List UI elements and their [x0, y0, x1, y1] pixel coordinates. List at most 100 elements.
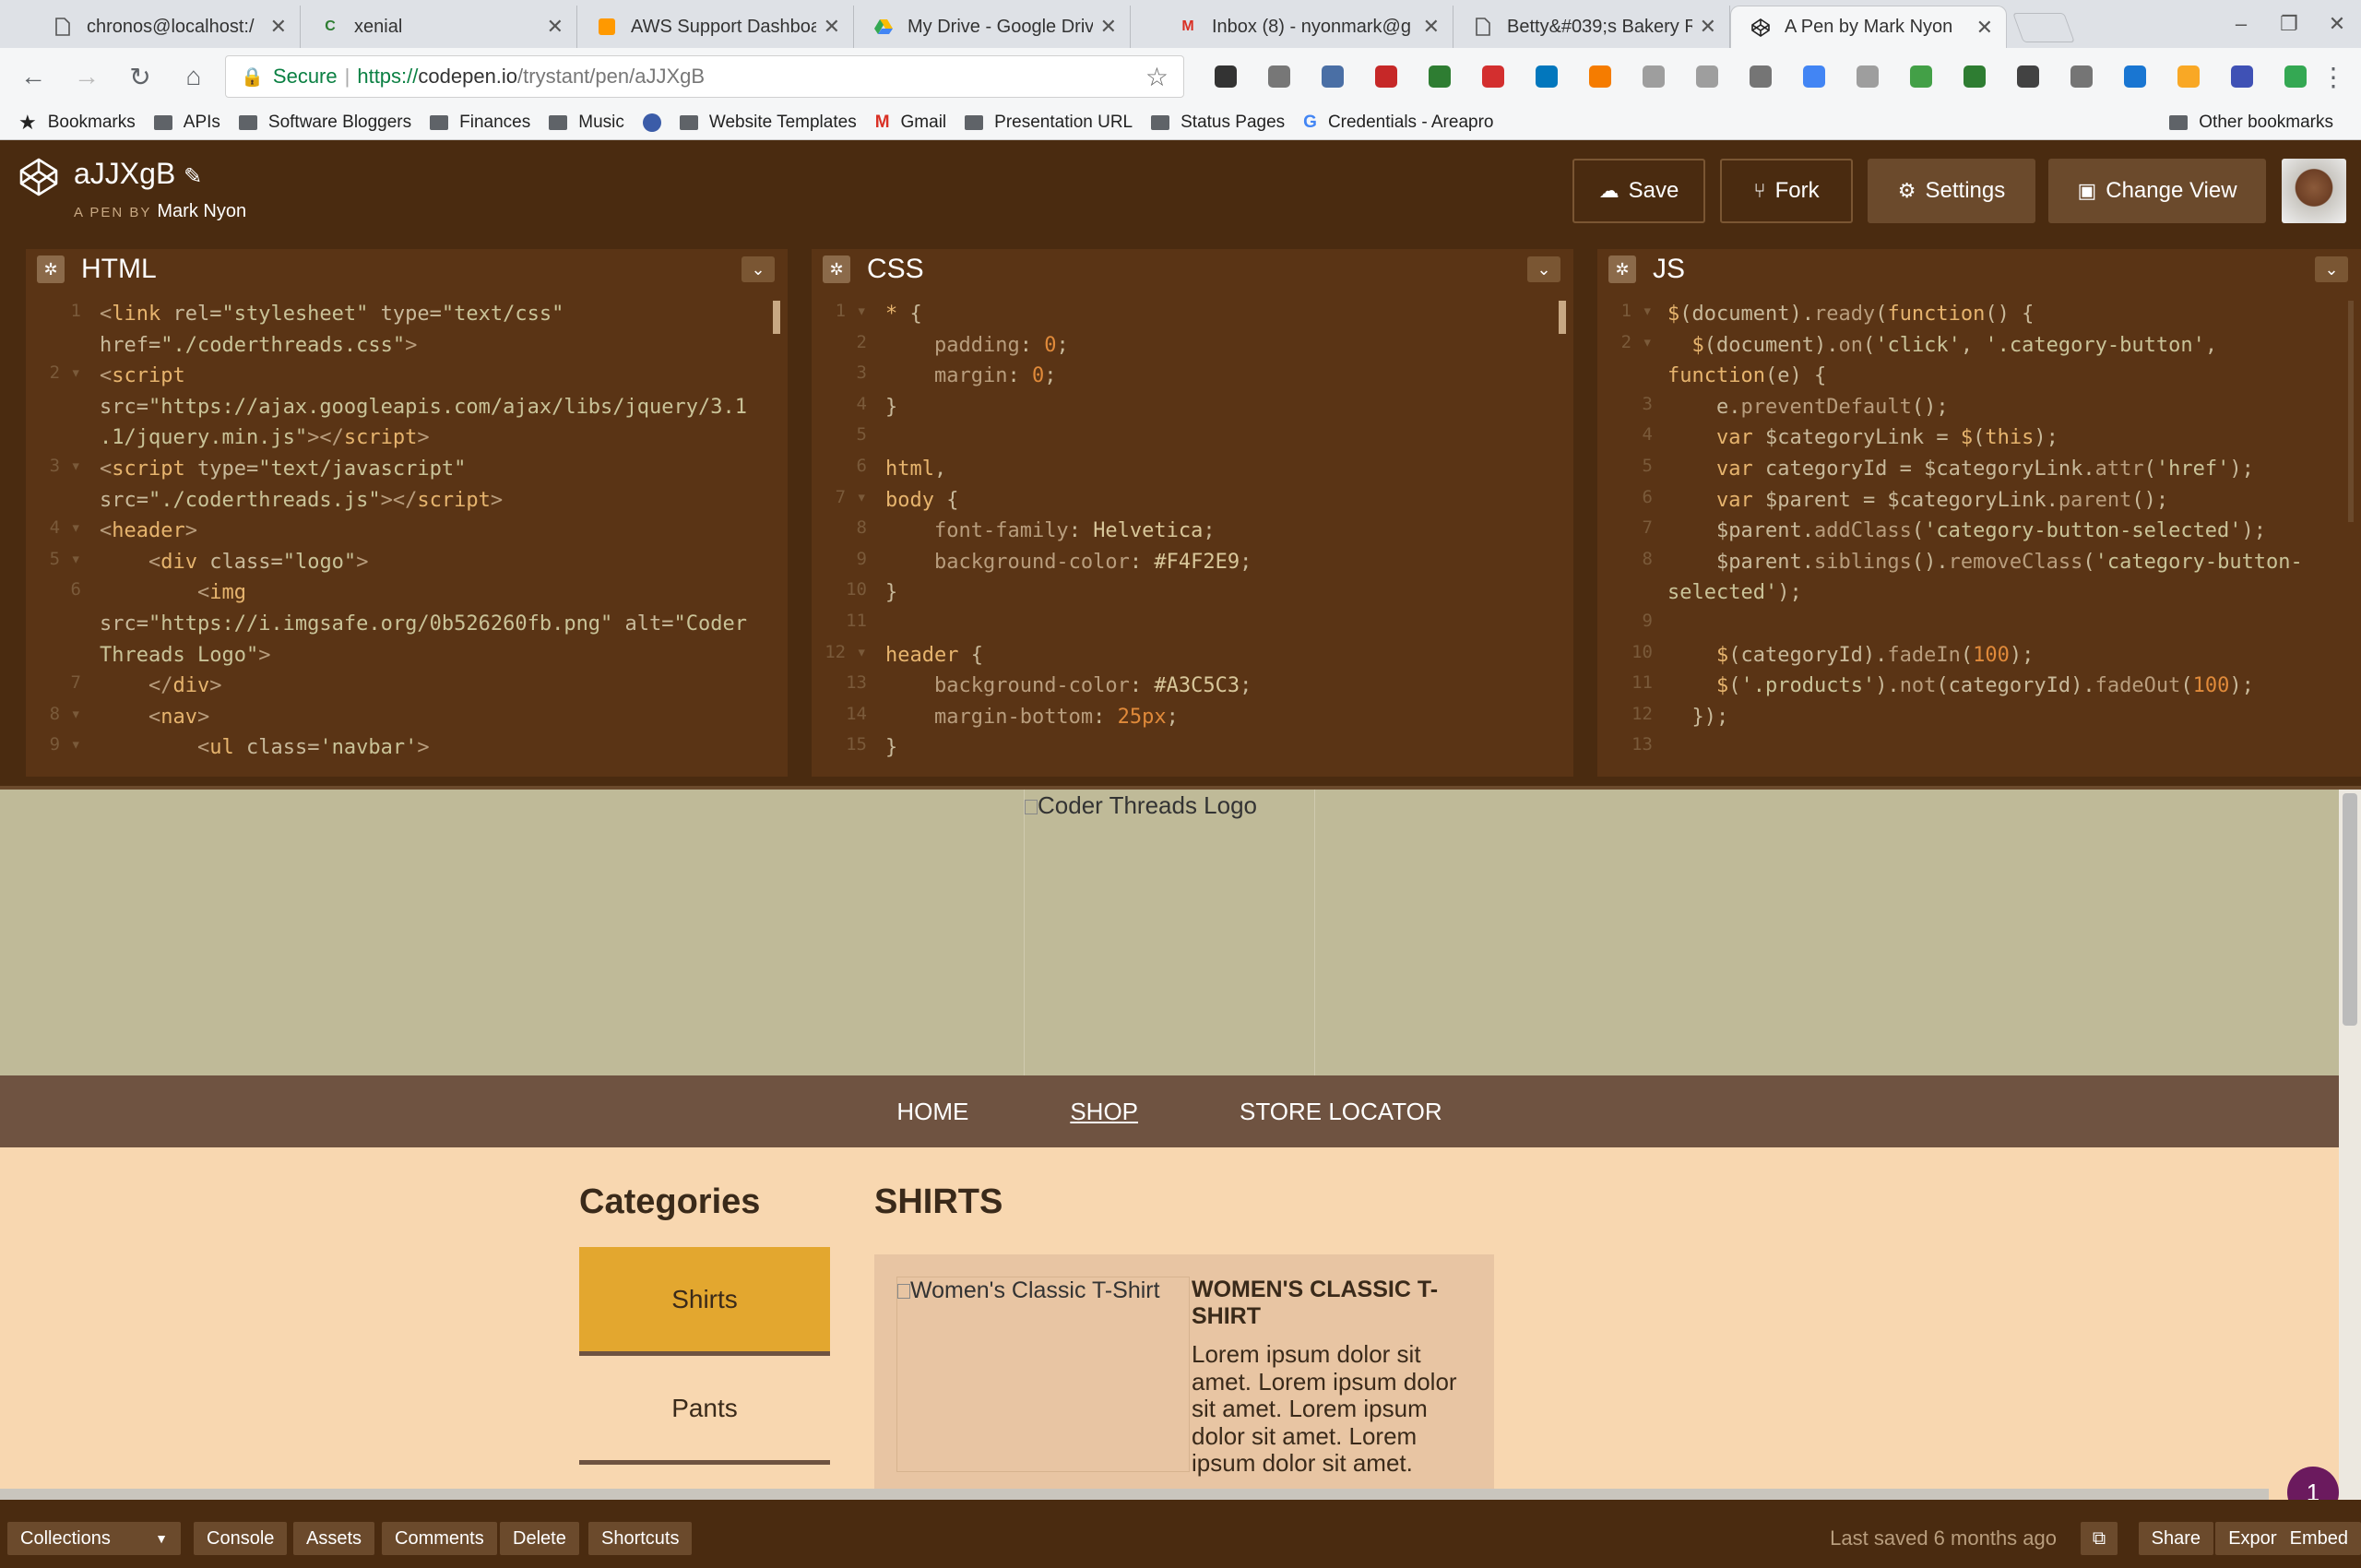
reload-icon[interactable]: ↻	[116, 53, 164, 101]
bookmark-item[interactable]: ★ Bookmarks	[18, 111, 136, 135]
chevron-down-icon[interactable]: ⌄	[742, 256, 775, 282]
bookmark-item[interactable]: Music	[549, 113, 624, 133]
extension-icon[interactable]	[1787, 57, 1841, 96]
nav-store-locator-link[interactable]: STORE LOCATOR	[1240, 1098, 1442, 1126]
extension-icon[interactable]	[1894, 57, 1948, 96]
chevron-down-icon[interactable]: ⌄	[2315, 256, 2348, 282]
preview-scrollbar[interactable]	[2339, 790, 2361, 1500]
extension-icon[interactable]	[2215, 57, 2269, 96]
nav-home-link[interactable]: HOME	[896, 1098, 968, 1126]
shortcuts-button[interactable]: Shortcuts	[588, 1522, 693, 1555]
extension-icon[interactable]	[1627, 57, 1680, 96]
extension-icon[interactable]	[1306, 57, 1359, 96]
pencil-edit-icon[interactable]: ✎	[184, 164, 202, 189]
gear-icon[interactable]: ✲	[1608, 255, 1636, 283]
bookmark-item[interactable]: G Credentials - Areapro	[1303, 113, 1493, 133]
extension-icon[interactable]	[1948, 57, 2001, 96]
bookmark-item[interactable]: Finances	[430, 113, 530, 133]
menu-kebab-icon[interactable]: ⋮	[2309, 53, 2357, 101]
close-tab-icon[interactable]: ✕	[1423, 15, 1440, 39]
delete-button[interactable]: Delete	[500, 1522, 579, 1555]
extension-icon[interactable]	[2162, 57, 2215, 96]
extension-icon[interactable]	[1359, 57, 1413, 96]
close-window-icon[interactable]: ✕	[2313, 12, 2361, 36]
bookmark-item[interactable]: Presentation URL	[965, 113, 1133, 133]
chevron-down-icon[interactable]: ⌄	[1527, 256, 1560, 282]
pen-title[interactable]: aJJXgB ✎	[74, 157, 202, 191]
browser-tab[interactable]: chronos@localhost:/ ✕	[33, 6, 301, 48]
browser-tab[interactable]: AWS Support Dashboard ✕	[577, 6, 854, 48]
close-tab-icon[interactable]: ✕	[1976, 16, 1993, 40]
extension-icon[interactable]	[1252, 57, 1306, 96]
gear-icon[interactable]: ✲	[823, 255, 850, 283]
editor-scrollbar[interactable]	[1559, 301, 1566, 334]
extension-icon[interactable]	[1520, 57, 1573, 96]
back-arrow-icon[interactable]: ←	[9, 53, 57, 101]
other-bookmarks[interactable]: Other bookmarks	[2169, 105, 2333, 140]
close-tab-icon[interactable]: ✕	[1100, 15, 1117, 39]
css-code[interactable]: * { padding: 0; margin: 0; } html, body …	[885, 299, 1252, 764]
extension-icon[interactable]	[1841, 57, 1894, 96]
browser-tab[interactable]: C xenial ✕	[301, 6, 577, 48]
embed-button[interactable]: Embed	[2276, 1522, 2361, 1555]
extension-icon[interactable]	[1413, 57, 1466, 96]
avatar[interactable]	[2282, 159, 2346, 223]
settings-button[interactable]: ⚙ Settings	[1868, 159, 2035, 223]
minimize-icon[interactable]: –	[2217, 12, 2265, 36]
external-link-icon[interactable]: ⧉	[2081, 1522, 2118, 1555]
bookmark-star-icon[interactable]: ☆	[1145, 62, 1169, 92]
assets-button[interactable]: Assets	[293, 1522, 375, 1555]
extension-icon[interactable]	[1680, 57, 1734, 96]
extension-icon[interactable]	[1199, 57, 1252, 96]
browser-tab[interactable]: M Inbox (8) - nyonmark@g ✕	[1158, 6, 1453, 48]
extension-icon[interactable]	[1734, 57, 1787, 96]
nav-shop-link[interactable]: SHOP	[1070, 1098, 1138, 1126]
home-icon[interactable]: ⌂	[170, 53, 218, 101]
share-button[interactable]: Share	[2138, 1522, 2213, 1555]
author-link[interactable]: Mark Nyon	[157, 201, 246, 221]
extension-icon[interactable]	[1466, 57, 1520, 96]
bookmark-item[interactable]: Software Bloggers	[238, 113, 411, 133]
close-tab-icon[interactable]: ✕	[824, 15, 840, 39]
scrollbar-thumb[interactable]	[2343, 793, 2357, 1026]
bookmark-item[interactable]: Status Pages	[1151, 113, 1285, 133]
js-editor[interactable]: ✲ JS ⌄ 1 ▾ 2 ▾ 3 4 5 6 7 8 9 10 11 12 13…	[1597, 249, 2361, 777]
css-editor[interactable]: ✲ CSS ⌄ 1 ▾ 2 3 4 5 6 7 ▾ 8 9 10 11 12 ▾…	[812, 249, 1573, 777]
editor-scrollbar[interactable]	[2348, 301, 2354, 522]
browser-tab[interactable]: Betty&#039;s Bakery Re ✕	[1453, 6, 1730, 48]
html-editor[interactable]: ✲ HTML ⌄ 1 2 ▾ 3 ▾ 4 ▾ 5 ▾ 6 7 8 ▾ 9 ▾ <…	[26, 249, 788, 777]
product-card[interactable]: Women's Classic T-Shirt WOMEN'S CLASSIC …	[874, 1254, 1494, 1500]
category-button-pants[interactable]: Pants	[579, 1356, 830, 1465]
change-view-button[interactable]: ▣ Change View	[2048, 159, 2266, 223]
collections-dropdown[interactable]: Collections ▼	[7, 1522, 181, 1555]
gear-icon[interactable]: ✲	[37, 255, 65, 283]
extension-icon[interactable]	[2055, 57, 2108, 96]
bookmark-item[interactable]: M Gmail	[875, 113, 946, 133]
fork-button[interactable]: ⑂ Fork	[1720, 159, 1853, 223]
js-code[interactable]: $(document).ready(function() { $(documen…	[1667, 299, 2303, 732]
save-button[interactable]: ☁ Save	[1572, 159, 1705, 223]
bookmark-item[interactable]	[642, 113, 661, 132]
extension-icon[interactable]	[1573, 57, 1627, 96]
extension-icon[interactable]	[2001, 57, 2055, 96]
close-tab-icon[interactable]: ✕	[547, 15, 564, 39]
result-preview[interactable]: Coder Threads Logo HOME SHOP STORE LOCAT…	[0, 790, 2361, 1500]
category-button-shirts[interactable]: Shirts	[579, 1247, 830, 1356]
browser-tab-active[interactable]: A Pen by Mark Nyon ✕	[1730, 6, 2007, 48]
bookmark-item[interactable]: Website Templates	[679, 113, 857, 133]
close-tab-icon[interactable]: ✕	[270, 15, 287, 39]
preview-horizontal-scrollbar[interactable]	[0, 1489, 2269, 1500]
html-code[interactable]: <link rel="stylesheet" type="text/css" h…	[100, 299, 747, 764]
address-bar[interactable]: 🔒 Secure | https://codepen.io/trystant/p…	[225, 55, 1184, 98]
codepen-logo-icon[interactable]	[18, 157, 59, 197]
extension-icon[interactable]	[2108, 57, 2162, 96]
close-tab-icon[interactable]: ✕	[1700, 15, 1716, 39]
editor-scrollbar[interactable]	[773, 301, 780, 334]
browser-tab[interactable]: My Drive - Google Drive ✕	[854, 6, 1131, 48]
forward-arrow-icon[interactable]: →	[63, 53, 111, 101]
maximize-icon[interactable]: ❐	[2265, 12, 2313, 36]
console-button[interactable]: Console	[194, 1522, 288, 1555]
new-tab-button[interactable]	[2012, 13, 2075, 42]
comments-button[interactable]: Comments	[382, 1522, 497, 1555]
bookmark-item[interactable]: APIs	[153, 113, 220, 133]
